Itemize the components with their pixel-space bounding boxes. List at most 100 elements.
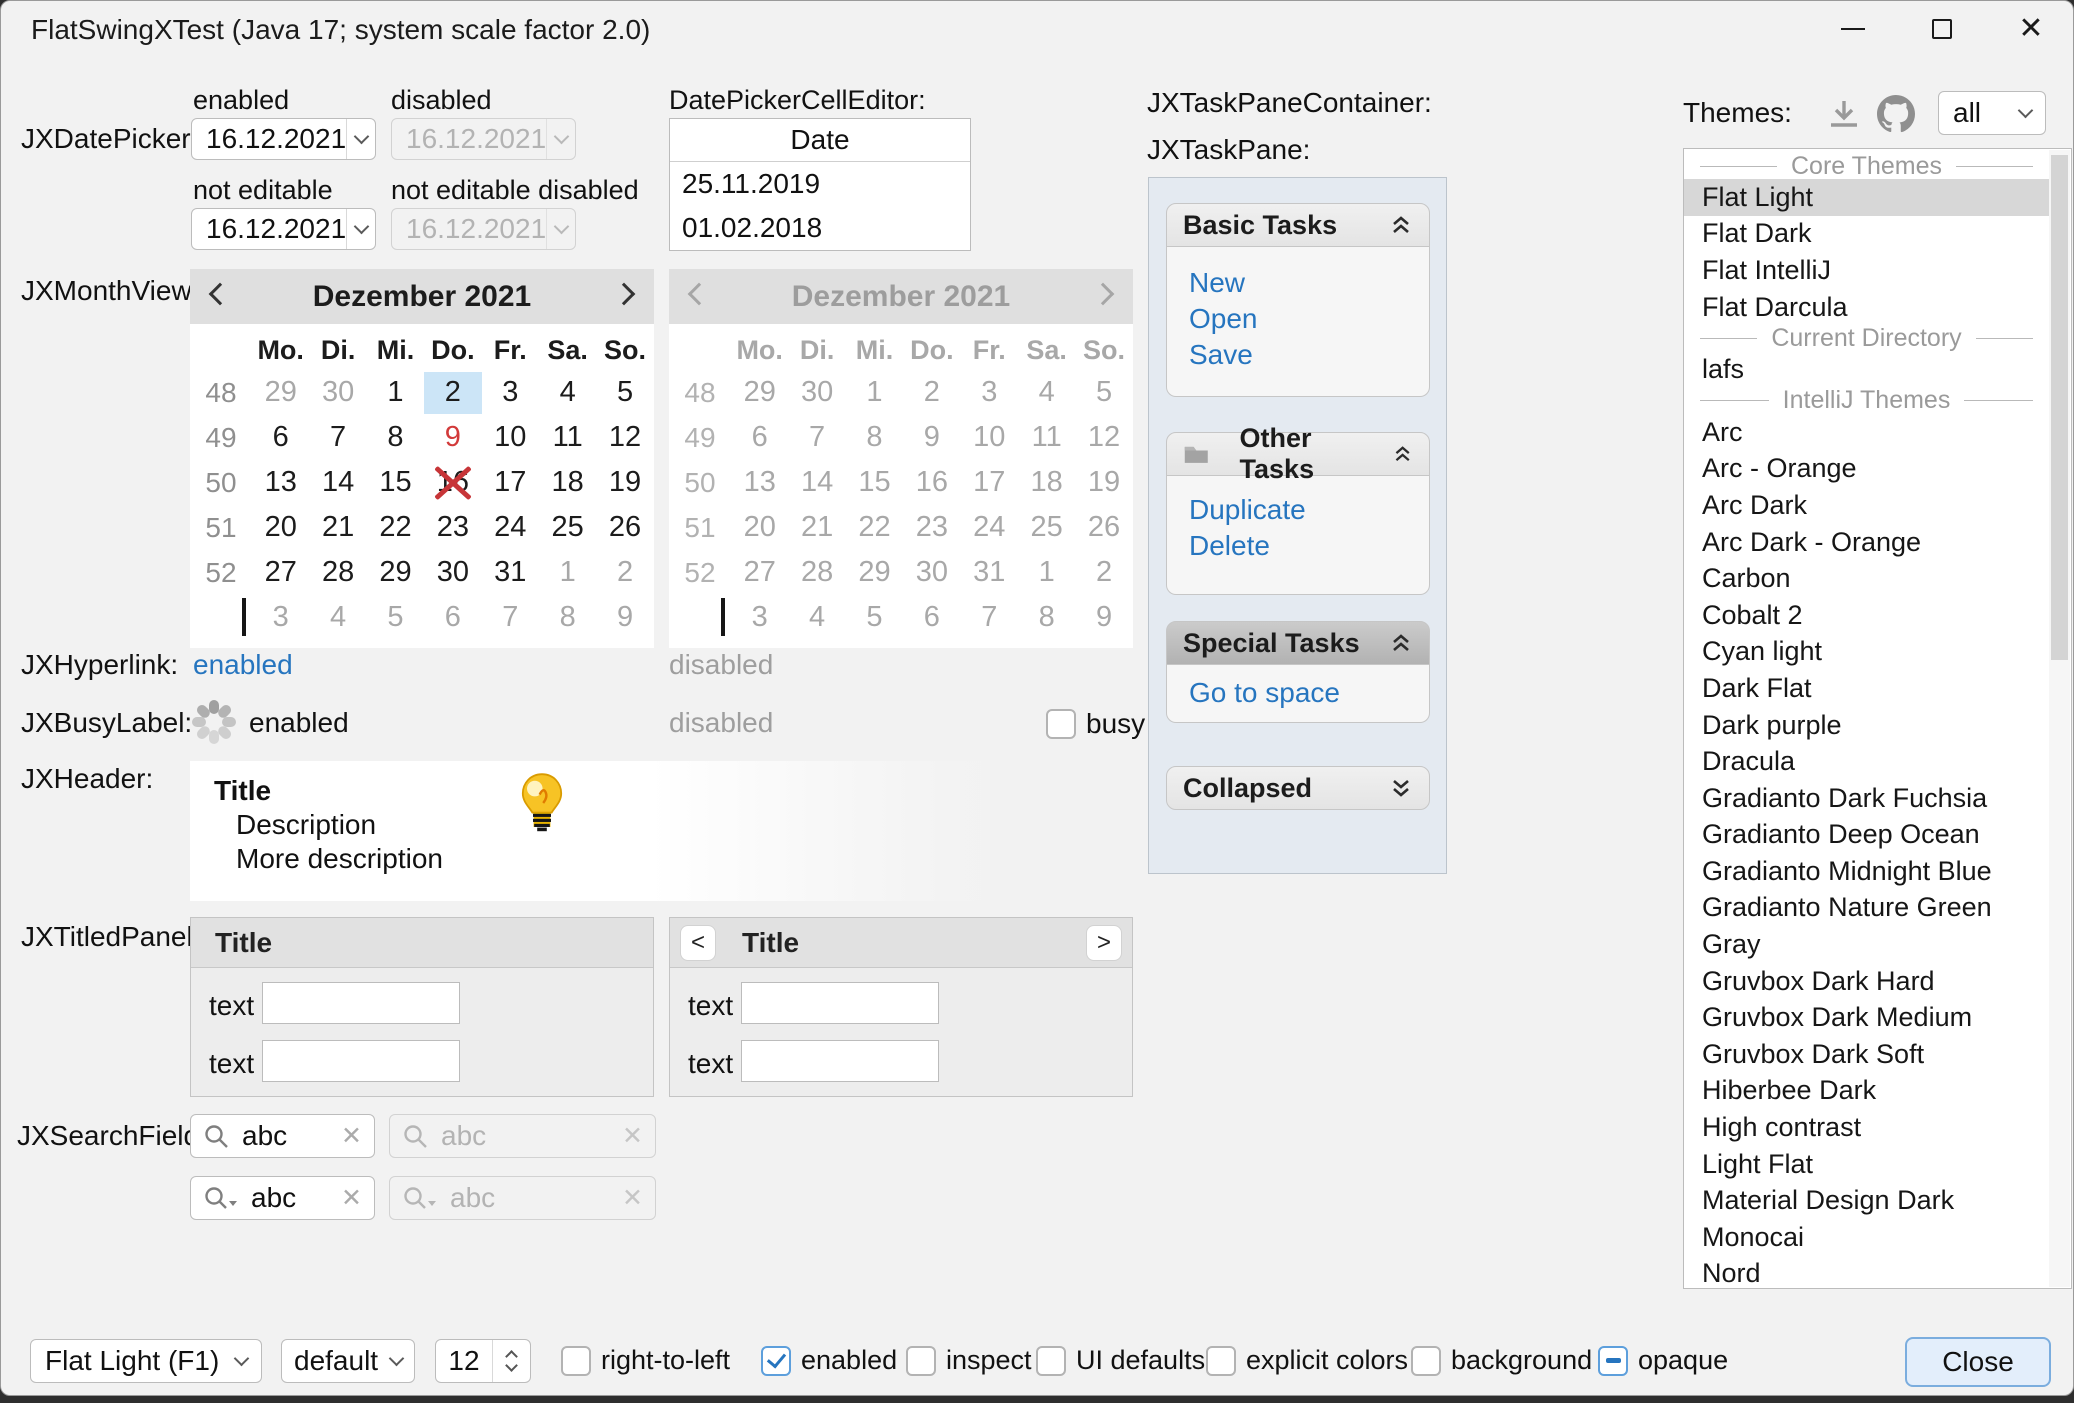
day-cell[interactable]: 4 bbox=[309, 597, 366, 639]
hyperlink-enabled[interactable]: enabled bbox=[193, 649, 293, 681]
day-cell[interactable]: 12 bbox=[596, 417, 653, 459]
theme-list-item[interactable]: Arc Dark - Orange bbox=[1684, 524, 2049, 561]
day-cell[interactable]: 2 bbox=[424, 372, 481, 414]
theme-list-item[interactable]: Dracula bbox=[1684, 743, 2049, 780]
celleditor-table[interactable]: Date 25.11.2019 01.02.2018 bbox=[669, 118, 971, 251]
day-cell[interactable]: 29 bbox=[367, 552, 424, 594]
monthview-enabled[interactable]: Dezember 2021 Mo.Di.Mi.Do.Fr.Sa.So.48293… bbox=[190, 269, 654, 648]
search-input-value[interactable]: abc bbox=[251, 1182, 329, 1214]
day-cell[interactable]: 19 bbox=[596, 462, 653, 504]
checkbox-background[interactable]: background bbox=[1411, 1345, 1592, 1376]
theme-list-item[interactable]: lafs bbox=[1684, 351, 2049, 388]
theme-list-item[interactable]: Arc Dark bbox=[1684, 487, 2049, 524]
day-cell[interactable]: 6 bbox=[252, 417, 309, 459]
taskpane-link[interactable]: Save bbox=[1189, 337, 1407, 373]
taskpane-link[interactable]: Open bbox=[1189, 301, 1407, 337]
taskpane-link[interactable]: Go to space bbox=[1189, 675, 1407, 711]
checkbox-right-to-left[interactable]: right-to-left bbox=[561, 1345, 730, 1376]
table-row[interactable]: 01.02.2018 bbox=[670, 206, 970, 250]
titledpanel-next-button[interactable]: > bbox=[1086, 925, 1122, 961]
spinner-buttons[interactable] bbox=[492, 1340, 530, 1382]
next-month-button[interactable] bbox=[616, 286, 632, 307]
day-cell[interactable]: 27 bbox=[252, 552, 309, 594]
day-cell[interactable]: 6 bbox=[424, 597, 481, 639]
themes-list[interactable]: Core ThemesFlat LightFlat DarkFlat Intel… bbox=[1683, 148, 2072, 1289]
theme-list-item[interactable]: Arc - Orange bbox=[1684, 451, 2049, 488]
theme-list-item[interactable]: Hiberbee Dark bbox=[1684, 1073, 2049, 1110]
github-icon[interactable] bbox=[1877, 95, 1915, 133]
text-field[interactable] bbox=[741, 982, 939, 1024]
text-field[interactable] bbox=[741, 1040, 939, 1082]
busy-checkbox[interactable] bbox=[1046, 709, 1076, 739]
theme-list-item[interactable]: Dark Flat bbox=[1684, 670, 2049, 707]
taskpane-link[interactable]: Duplicate bbox=[1189, 492, 1407, 528]
theme-list-item[interactable]: Flat Light bbox=[1684, 179, 2049, 216]
theme-list-item[interactable]: Cyan light bbox=[1684, 634, 2049, 671]
day-cell[interactable]: 31 bbox=[482, 552, 539, 594]
spinner-value[interactable]: 12 bbox=[436, 1345, 492, 1377]
table-column-header[interactable]: Date bbox=[670, 119, 970, 162]
day-cell[interactable]: 7 bbox=[309, 417, 366, 459]
checkbox[interactable] bbox=[1411, 1346, 1441, 1376]
day-cell[interactable]: 25 bbox=[539, 507, 596, 549]
day-cell[interactable]: 1 bbox=[539, 552, 596, 594]
prev-month-button[interactable] bbox=[212, 286, 228, 307]
taskpane-header[interactable]: Special Tasks bbox=[1166, 621, 1430, 665]
checkbox[interactable] bbox=[561, 1346, 591, 1376]
theme-list-item[interactable]: Gradianto Dark Fuchsia bbox=[1684, 780, 2049, 817]
checkbox[interactable] bbox=[906, 1346, 936, 1376]
close-button[interactable]: Close bbox=[1905, 1337, 2051, 1387]
theme-list-item[interactable]: Gray bbox=[1684, 926, 2049, 963]
day-cell[interactable]: 10 bbox=[482, 417, 539, 459]
day-cell[interactable]: 24 bbox=[482, 507, 539, 549]
theme-list-item[interactable]: High contrast bbox=[1684, 1109, 2049, 1146]
datepicker-not-editable[interactable]: 16.12.2021 bbox=[191, 208, 376, 250]
day-cell[interactable]: 5 bbox=[596, 372, 653, 414]
search-input-value[interactable]: abc bbox=[242, 1120, 329, 1152]
close-window-button[interactable]: ✕ bbox=[1999, 1, 2063, 56]
day-cell[interactable]: 28 bbox=[309, 552, 366, 594]
datepicker-dropdown-button[interactable] bbox=[346, 209, 375, 249]
day-cell[interactable]: 30 bbox=[309, 372, 366, 414]
theme-list-item[interactable]: Flat Dark bbox=[1684, 216, 2049, 253]
theme-list-item[interactable]: Gradianto Nature Green bbox=[1684, 890, 2049, 927]
theme-list-item[interactable]: Dark purple bbox=[1684, 707, 2049, 744]
day-cell[interactable]: 18 bbox=[539, 462, 596, 504]
theme-list-item[interactable]: Gruvbox Dark Medium bbox=[1684, 999, 2049, 1036]
day-cell[interactable]: 26 bbox=[596, 507, 653, 549]
theme-list-item[interactable]: Monocai bbox=[1684, 1219, 2049, 1256]
checkbox-explicit-colors[interactable]: explicit colors bbox=[1206, 1345, 1408, 1376]
checkbox-inspect[interactable]: inspect bbox=[906, 1345, 1032, 1376]
theme-list-item[interactable]: Material Design Dark bbox=[1684, 1182, 2049, 1219]
day-cell[interactable]: 7 bbox=[482, 597, 539, 639]
theme-list-item[interactable]: Arc bbox=[1684, 414, 2049, 451]
text-field[interactable] bbox=[262, 982, 460, 1024]
theme-list-item[interactable]: Gruvbox Dark Soft bbox=[1684, 1036, 2049, 1073]
theme-list-item[interactable]: Gradianto Midnight Blue bbox=[1684, 853, 2049, 890]
day-cell[interactable]: 16 bbox=[424, 462, 481, 504]
minimize-button[interactable] bbox=[1821, 1, 1885, 56]
theme-list-item[interactable]: Gradianto Deep Ocean bbox=[1684, 817, 2049, 854]
day-cell[interactable]: 14 bbox=[309, 462, 366, 504]
checkbox[interactable] bbox=[1036, 1346, 1066, 1376]
theme-list-item[interactable]: Flat IntelliJ bbox=[1684, 252, 2049, 289]
day-cell[interactable]: 4 bbox=[539, 372, 596, 414]
checkbox[interactable] bbox=[1598, 1346, 1628, 1376]
checkbox-opaque[interactable]: opaque bbox=[1598, 1345, 1728, 1376]
taskpane-link[interactable]: New bbox=[1189, 265, 1407, 301]
day-cell[interactable]: 11 bbox=[539, 417, 596, 459]
taskpane-header[interactable]: Other Tasks bbox=[1166, 432, 1430, 476]
style-combobox[interactable]: default bbox=[281, 1339, 415, 1383]
checkbox[interactable] bbox=[761, 1346, 791, 1376]
checkbox-ui-defaults[interactable]: UI defaults bbox=[1036, 1345, 1205, 1376]
day-cell[interactable]: 9 bbox=[424, 417, 481, 459]
laf-combobox[interactable]: Flat Light (F1) bbox=[30, 1339, 262, 1383]
checkbox-enabled[interactable]: enabled bbox=[761, 1345, 897, 1376]
day-cell[interactable]: 22 bbox=[367, 507, 424, 549]
day-cell[interactable]: 13 bbox=[252, 462, 309, 504]
day-cell[interactable]: 23 bbox=[424, 507, 481, 549]
day-cell[interactable]: 3 bbox=[482, 372, 539, 414]
maximize-button[interactable] bbox=[1910, 1, 1974, 56]
search-field-enabled[interactable]: abc ✕ bbox=[190, 1114, 375, 1158]
table-row[interactable]: 25.11.2019 bbox=[670, 162, 970, 206]
